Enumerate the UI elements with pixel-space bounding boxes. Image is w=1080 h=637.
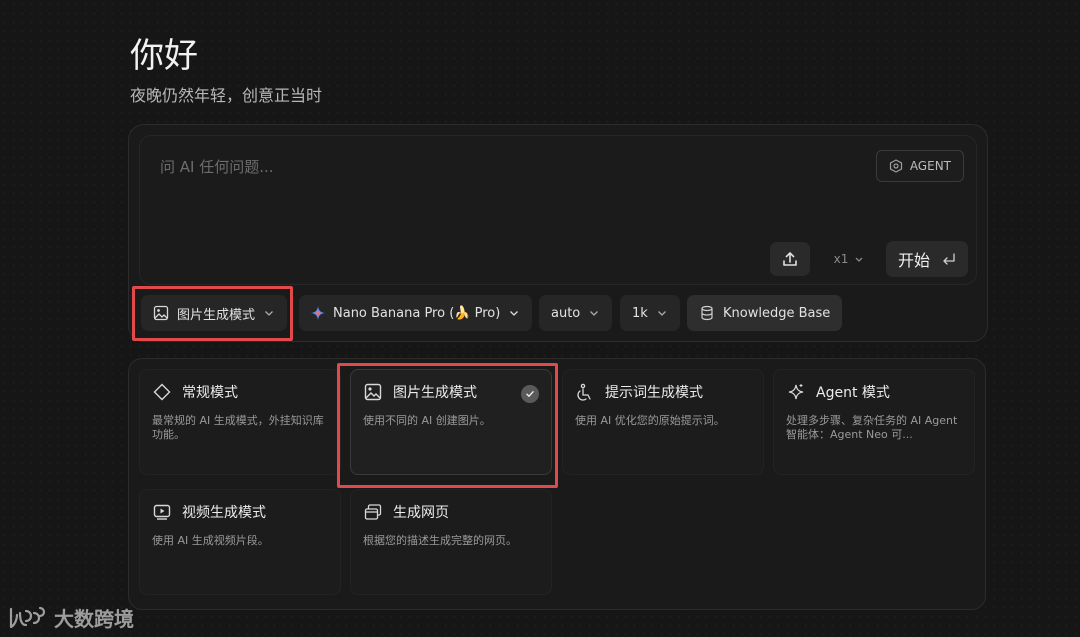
resolution-select[interactable]: 1k [620,295,680,331]
watermark-logo-icon [8,605,48,631]
mode-card-desc: 根据您的描述生成完整的网页。 [363,534,517,547]
diamond-icon [152,382,172,402]
mode-select-highlight [132,286,293,341]
start-label: 开始 [897,251,930,270]
model-select[interactable]: Nano Banana Pro (🍌 Pro) [299,295,533,331]
mode-card-title: 生成网页 [393,505,449,521]
watermark: 大数跨境 [8,603,134,632]
mode-card-desc: 使用 AI 生成视频片段。 [152,534,269,547]
model-select-label: Nano Banana Pro (🍌 Pro) [333,305,501,321]
mode-card-desc: 使用 AI 优化您的原始提示词。 [575,414,725,427]
enter-icon [942,249,956,269]
webpage-icon [363,502,383,522]
mode-card-video[interactable]: 视频生成模式 使用 AI 生成视频片段。 [139,489,341,595]
watermark-text: 大数跨境 [54,607,134,631]
prompt-icon [575,382,595,402]
aspect-select[interactable]: auto [539,295,613,331]
mode-card-desc: 最常规的 AI 生成模式，外挂知识库功能。 [152,414,324,441]
aspect-select-label: auto [551,305,581,321]
multiplier-value: x1 [833,252,849,266]
agent-button[interactable]: AGENT [875,150,964,182]
prompt-box[interactable]: 问 AI 任何问题... AGENT x1 开始 [139,135,977,285]
prompt-input[interactable]: 问 AI 任何问题... [160,156,274,177]
sparkle-icon [786,382,806,402]
chevron-down-icon [854,249,864,269]
knowledge-base-button[interactable]: Knowledge Base [687,295,843,331]
mode-card-title: Agent 模式 [816,385,890,401]
resolution-select-label: 1k [632,305,648,321]
mode-card-prompt[interactable]: 提示词生成模式 使用 AI 优化您的原始提示词。 [562,369,764,475]
mode-card-title: 视频生成模式 [182,505,266,521]
mode-card-normal[interactable]: 常规模式 最常规的 AI 生成模式，外挂知识库功能。 [139,369,341,475]
chevron-down-icon [508,303,520,323]
chevron-down-icon [588,303,600,323]
image-mode-highlight [337,363,558,488]
greeting-title: 你好 [130,36,198,76]
start-button[interactable]: 开始 [886,241,968,277]
upload-icon [780,249,800,269]
mode-card-desc: 处理多步骤、复杂任务的 AI Agent 智能体：Agent Neo 可... [786,414,958,441]
sparkle-color-icon [311,306,325,320]
greeting-subtitle: 夜晚仍然年轻，创意正当时 [130,86,323,105]
mode-card-title: 常规模式 [182,385,238,401]
video-icon [152,502,172,522]
mode-card-agent[interactable]: Agent 模式 处理多步骤、复杂任务的 AI Agent 智能体：Agent … [773,369,975,475]
agent-label: AGENT [909,159,951,173]
chevron-down-icon [656,303,668,323]
knowledge-base-label: Knowledge Base [723,305,831,321]
upload-button[interactable] [770,242,810,276]
mode-card-webpage[interactable]: 生成网页 根据您的描述生成完整的网页。 [350,489,552,595]
multiplier-select[interactable]: x1 [820,242,878,276]
mode-card-title: 提示词生成模式 [605,385,703,401]
agent-hex-icon [889,159,903,173]
database-icon [699,305,715,321]
